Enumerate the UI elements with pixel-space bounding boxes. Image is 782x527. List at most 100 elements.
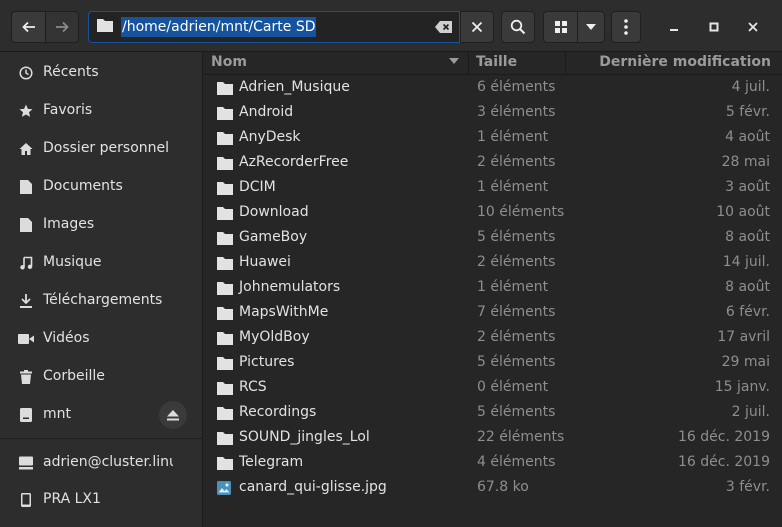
folder-icon bbox=[217, 331, 233, 345]
close-icon bbox=[748, 22, 758, 32]
column-name-header[interactable]: Nom bbox=[211, 54, 247, 70]
sidebar-item-label: Vidéos bbox=[43, 330, 90, 346]
column-divider[interactable] bbox=[565, 52, 566, 74]
file-modified-date: 14 juil. bbox=[722, 254, 770, 270]
column-date-header[interactable]: Dernière modification bbox=[599, 54, 771, 70]
folder-icon bbox=[217, 81, 233, 95]
file-modified-date: 15 janv. bbox=[714, 379, 770, 395]
back-button[interactable] bbox=[11, 11, 45, 43]
main-menu-button[interactable] bbox=[611, 11, 641, 43]
file-name: GameBoy bbox=[239, 229, 308, 245]
file-name: Android bbox=[239, 104, 294, 120]
forward-button[interactable] bbox=[45, 11, 79, 43]
folder-icon bbox=[217, 356, 233, 370]
file-modified-date: 3 août bbox=[725, 179, 770, 195]
view-options-button[interactable] bbox=[577, 11, 605, 43]
file-size: 2 éléments bbox=[477, 254, 556, 270]
location-path-text[interactable]: /home/adrien/mnt/Carte SD bbox=[121, 17, 317, 37]
file-row[interactable]: MapsWithMe 7 éléments 6 févr. bbox=[203, 301, 782, 326]
eject-icon bbox=[167, 409, 179, 420]
search-button[interactable] bbox=[501, 11, 535, 43]
grid-view-icon bbox=[554, 21, 567, 33]
file-name: Telegram bbox=[239, 454, 304, 470]
clear-text-icon[interactable] bbox=[435, 20, 453, 38]
file-row[interactable]: Adrien_Musique 6 éléments 4 juil. bbox=[203, 76, 782, 101]
file-row[interactable]: MyOldBoy 2 éléments 17 avril bbox=[203, 326, 782, 351]
drive-icon bbox=[18, 407, 34, 423]
file-row[interactable]: SOUND_jingles_Lol 22 éléments 16 déc. 2019 bbox=[203, 426, 782, 451]
sidebar-item-label: mnt bbox=[43, 406, 71, 422]
video-icon bbox=[18, 331, 34, 347]
file-row[interactable]: DCIM 1 élément 3 août bbox=[203, 176, 782, 201]
column-size-header[interactable]: Taille bbox=[476, 54, 517, 70]
location-entry[interactable]: /home/adrien/mnt/Carte SD bbox=[88, 11, 460, 43]
view-mode-button[interactable] bbox=[543, 11, 577, 43]
file-row[interactable]: Huawei 2 éléments 14 juil. bbox=[203, 251, 782, 276]
file-row[interactable]: GameBoy 5 éléments 8 août bbox=[203, 226, 782, 251]
file-modified-date: 6 févr. bbox=[725, 304, 770, 320]
file-size: 2 éléments bbox=[477, 154, 556, 170]
sidebar-item-phone[interactable]: PRA LX1 bbox=[0, 483, 202, 517]
eject-button[interactable] bbox=[159, 401, 187, 429]
folder-icon bbox=[217, 256, 233, 270]
sidebar-item-music[interactable]: Musique bbox=[0, 246, 202, 280]
column-divider[interactable] bbox=[468, 52, 469, 74]
file-row[interactable]: Telegram 4 éléments 16 déc. 2019 bbox=[203, 451, 782, 476]
sidebar-item-label: Téléchargements bbox=[43, 292, 163, 308]
maximize-icon bbox=[709, 22, 719, 32]
file-size: 4 éléments bbox=[477, 454, 556, 470]
sidebar-item-label: Récents bbox=[43, 64, 99, 80]
file-row[interactable]: Pictures 5 éléments 29 mai bbox=[203, 351, 782, 376]
header-bar: /home/adrien/mnt/Carte SD bbox=[0, 0, 782, 52]
file-row[interactable]: Johnemulators 1 élément 8 août bbox=[203, 276, 782, 301]
folder-icon bbox=[217, 206, 233, 220]
folder-icon bbox=[217, 456, 233, 470]
file-modified-date: 29 mai bbox=[721, 354, 770, 370]
sidebar: Récents Favoris Dossier personnel Docume… bbox=[0, 52, 203, 527]
sidebar-item-documents[interactable]: Documents bbox=[0, 170, 202, 204]
file-row[interactable]: canard_qui-glisse.jpg 67.8 ko 3 févr. bbox=[203, 476, 782, 501]
close-window-button[interactable] bbox=[743, 17, 763, 37]
file-modified-date: 10 août bbox=[716, 204, 770, 220]
file-list: Nom Taille Dernière modification Adrien_… bbox=[203, 52, 782, 527]
image-file-icon bbox=[217, 481, 233, 495]
sidebar-item-downloads[interactable]: Téléchargements bbox=[0, 284, 202, 318]
file-row[interactable]: AnyDesk 1 élément 4 août bbox=[203, 126, 782, 151]
search-icon bbox=[510, 19, 526, 35]
file-row[interactable]: Recordings 5 éléments 2 juil. bbox=[203, 401, 782, 426]
home-icon bbox=[18, 141, 34, 157]
arrow-right-icon bbox=[56, 21, 69, 33]
sidebar-item-favorites[interactable]: Favoris bbox=[0, 94, 202, 128]
star-icon bbox=[18, 103, 34, 119]
file-size: 5 éléments bbox=[477, 354, 556, 370]
close-location-button[interactable] bbox=[460, 11, 494, 43]
sidebar-item-recents[interactable]: Récents bbox=[0, 56, 202, 90]
minimize-button[interactable] bbox=[664, 17, 684, 37]
file-row[interactable]: Download 10 éléments 10 août bbox=[203, 201, 782, 226]
sidebar-item-trash[interactable]: Corbeille bbox=[0, 360, 202, 394]
maximize-button[interactable] bbox=[704, 17, 724, 37]
file-row[interactable]: Android 3 éléments 5 févr. bbox=[203, 101, 782, 126]
file-size: 5 éléments bbox=[477, 404, 556, 420]
file-name: Huawei bbox=[239, 254, 291, 270]
sort-descending-icon[interactable] bbox=[449, 58, 459, 64]
file-modified-date: 3 févr. bbox=[725, 479, 770, 495]
sidebar-item-network[interactable]: adrien@cluster.linu... bbox=[0, 446, 202, 480]
sidebar-separator bbox=[0, 438, 202, 439]
file-modified-date: 17 avril bbox=[717, 329, 770, 345]
sidebar-item-home[interactable]: Dossier personnel bbox=[0, 132, 202, 166]
file-row[interactable]: RCS 0 élément 15 janv. bbox=[203, 376, 782, 401]
file-row[interactable]: AzRecorderFree 2 éléments 28 mai bbox=[203, 151, 782, 176]
close-icon bbox=[471, 21, 483, 33]
arrow-left-icon bbox=[21, 21, 35, 33]
sidebar-item-images[interactable]: Images bbox=[0, 208, 202, 242]
sidebar-item-mnt[interactable]: mnt bbox=[0, 398, 202, 432]
clock-icon bbox=[18, 65, 34, 81]
sidebar-item-label: Corbeille bbox=[43, 368, 105, 384]
file-modified-date: 8 août bbox=[725, 279, 770, 295]
file-size: 67.8 ko bbox=[477, 479, 529, 495]
file-name: SOUND_jingles_Lol bbox=[239, 429, 370, 445]
kebab-menu-icon bbox=[624, 19, 628, 35]
sidebar-item-videos[interactable]: Vidéos bbox=[0, 322, 202, 356]
file-size: 1 élément bbox=[477, 179, 549, 195]
